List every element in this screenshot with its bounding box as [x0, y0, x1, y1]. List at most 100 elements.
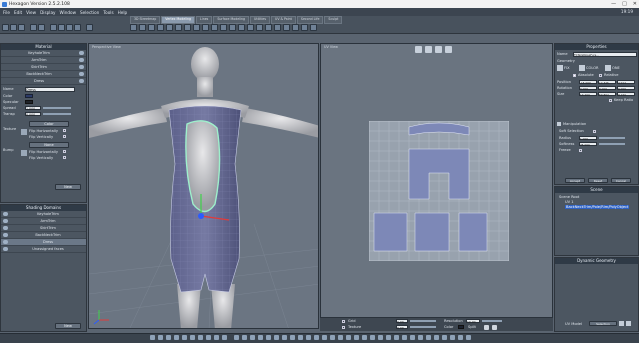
flip-v2-checkbox[interactable]	[63, 156, 66, 159]
uv-map-icon[interactable]	[310, 24, 317, 31]
cancel-button[interactable]: Cancel	[611, 178, 631, 183]
relative-radio[interactable]	[599, 74, 602, 77]
shading-domain-item[interactable]: BackNeckTrim	[1, 232, 86, 239]
softness-field[interactable]: 75.000	[579, 142, 597, 147]
bottom-tool-icon[interactable]	[266, 335, 271, 340]
tessellate-icon[interactable]	[202, 24, 209, 31]
universal-manipulator-icon[interactable]	[86, 24, 93, 31]
bottom-tool-icon[interactable]	[386, 335, 391, 340]
bottom-tool-icon[interactable]	[274, 335, 279, 340]
bottom-tool-icon[interactable]	[222, 335, 227, 340]
cube-icon[interactable]	[130, 24, 137, 31]
tab-second-life[interactable]: Second Life	[296, 16, 324, 24]
bottom-tool-icon[interactable]	[362, 335, 367, 340]
texture-field[interactable]: 0.00	[396, 325, 408, 330]
position-x[interactable]: -15.000	[579, 80, 597, 85]
bump-dropdown[interactable]: None	[29, 142, 69, 148]
freeze-checkbox[interactable]	[579, 149, 582, 152]
ok-icon[interactable]	[619, 321, 624, 326]
menu-view[interactable]: View	[26, 10, 36, 15]
size-y[interactable]: 59.862	[598, 92, 616, 97]
bottom-tool-icon[interactable]	[338, 335, 343, 340]
bottom-tool-icon[interactable]	[214, 335, 219, 340]
cut-icon[interactable]	[193, 24, 200, 31]
material-item[interactable]: BackNeckTrim	[1, 71, 86, 78]
keyhole-selection[interactable]	[185, 120, 221, 213]
manipulation-icon[interactable]	[557, 122, 561, 126]
texture-slider[interactable]	[410, 326, 436, 328]
bottom-tool-icon[interactable]	[242, 335, 247, 340]
color-swatch[interactable]	[25, 94, 33, 98]
edge-loop-icon[interactable]	[301, 24, 308, 31]
bottom-tool-icon[interactable]	[378, 335, 383, 340]
material-item[interactable]: SkirtTrim	[1, 64, 86, 71]
color-tab-icon[interactable]	[579, 65, 585, 71]
transp-slider[interactable]	[43, 113, 71, 115]
bottom-tool-icon[interactable]	[314, 335, 319, 340]
cancel-icon[interactable]	[626, 321, 631, 326]
menu-file[interactable]: File	[3, 10, 10, 15]
menu-window[interactable]: Window	[60, 10, 77, 15]
tab-lines[interactable]: Lines	[196, 16, 213, 24]
close-button[interactable]: ✕	[633, 1, 637, 7]
visibility-eye-icon[interactable]	[3, 240, 8, 244]
position-y[interactable]: 12.345	[598, 80, 616, 85]
flip-v-checkbox[interactable]	[63, 135, 66, 138]
tab-color[interactable]: COLOR	[586, 66, 599, 70]
split-icon[interactable]	[484, 325, 489, 330]
material-item[interactable]: ArmTrim	[1, 57, 86, 64]
keep-ratio-checkbox[interactable]	[609, 99, 612, 102]
size-x[interactable]: 13.269	[579, 92, 597, 97]
radius-slider[interactable]	[599, 137, 625, 139]
zoom-hand-icon[interactable]	[425, 46, 432, 53]
sphere-icon[interactable]	[139, 24, 146, 31]
lathe-icon[interactable]	[274, 24, 281, 31]
menu-tools[interactable]: Tools	[103, 10, 113, 15]
bridge-icon[interactable]	[220, 24, 227, 31]
shading-domain-item[interactable]: ArmTrim	[1, 218, 86, 225]
bottom-tool-icon[interactable]	[434, 335, 439, 340]
dropdown-icon[interactable]	[79, 58, 84, 62]
rotation-y[interactable]: 0.000	[598, 86, 616, 91]
minimize-button[interactable]: —	[611, 1, 616, 7]
shading-domain-item-selected[interactable]: Dress	[1, 239, 86, 246]
tab-surface-modeling[interactable]: Surface Modeling	[213, 16, 249, 24]
rotation-x[interactable]: 0.000	[579, 86, 597, 91]
bottom-tool-icon[interactable]	[402, 335, 407, 340]
grid-slider[interactable]	[410, 320, 436, 322]
bottom-tool-icon[interactable]	[346, 335, 351, 340]
fillet-icon[interactable]	[238, 24, 245, 31]
bottom-tool-icon[interactable]	[322, 335, 327, 340]
transp-field[interactable]: 0.000	[25, 112, 41, 117]
resolution-slider[interactable]	[482, 320, 502, 322]
menu-edit[interactable]: Edit	[14, 10, 22, 15]
accept-button[interactable]: Accept	[565, 178, 585, 183]
bottom-tool-icon[interactable]	[354, 335, 359, 340]
soft-selection-checkbox[interactable]	[593, 130, 596, 133]
mirror-icon[interactable]	[247, 24, 254, 31]
scene-uv1[interactable]: UV 1	[565, 200, 638, 204]
material-name-field[interactable]: Dress	[25, 87, 75, 92]
visibility-eye-icon[interactable]	[3, 233, 8, 237]
redo-icon[interactable]	[38, 24, 45, 31]
uv-viewport[interactable]: UV View	[320, 43, 553, 329]
resolution-field[interactable]: 10.00	[466, 319, 480, 324]
boolean-icon[interactable]	[265, 24, 272, 31]
tab-vertex-modeling[interactable]: Vertex Modeling	[161, 16, 196, 24]
dropdown-icon[interactable]	[79, 51, 84, 55]
extrude-icon[interactable]	[166, 24, 173, 31]
prop-name-field[interactable]: FbTailsNoseFurs...	[573, 52, 637, 57]
material-new-button[interactable]: New	[55, 184, 81, 190]
specular-swatch[interactable]	[25, 100, 33, 104]
move-icon[interactable]	[58, 24, 65, 31]
bottom-tool-icon[interactable]	[290, 335, 295, 340]
bottom-tool-icon[interactable]	[410, 335, 415, 340]
weld-icon[interactable]	[184, 24, 191, 31]
fix-icon[interactable]	[557, 65, 563, 71]
softness-slider[interactable]	[599, 143, 625, 145]
spread-field[interactable]: 1.000	[25, 106, 41, 111]
absolute-radio[interactable]	[573, 74, 576, 77]
tab-3d-streetmap[interactable]: 3D Streetmap	[130, 16, 161, 24]
selection-dropdown[interactable]: Selection	[589, 321, 617, 326]
cylinder-icon[interactable]	[148, 24, 155, 31]
